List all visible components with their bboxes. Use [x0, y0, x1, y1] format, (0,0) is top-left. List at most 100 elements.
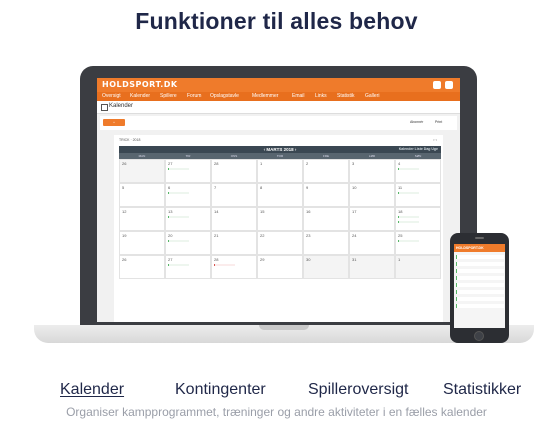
view-switcher[interactable]: Kalender Liste Dag Uge — [399, 146, 438, 153]
day-cell[interactable]: 25 — [395, 231, 441, 255]
day-cell[interactable]: 30 — [303, 255, 349, 279]
day-number: 18 — [398, 209, 403, 214]
phone-list-item[interactable] — [456, 262, 504, 266]
tab-kontingenter[interactable]: Kontingenter — [175, 381, 266, 399]
brand-logo[interactable]: HOLDSPORT.DK — [102, 80, 178, 89]
period-label: TRICK · 2018 — [119, 138, 141, 142]
day-number: 11 — [398, 185, 403, 190]
day-cell[interactable]: 19 — [119, 231, 165, 255]
day-cell[interactable]: 28 — [211, 159, 257, 183]
day-cell[interactable]: 15 — [257, 207, 303, 231]
day-cell[interactable]: 3 — [349, 159, 395, 183]
calendar-event[interactable] — [168, 264, 189, 266]
day-cell[interactable]: 27 — [165, 255, 211, 279]
phone-list-item[interactable] — [456, 290, 504, 294]
phone-list-item[interactable] — [456, 276, 504, 280]
calendar-event[interactable] — [398, 221, 419, 223]
user-icon[interactable] — [445, 81, 453, 89]
calendar-event[interactable] — [398, 240, 419, 242]
day-cell[interactable]: 26 — [119, 159, 165, 183]
laptop: HOLDSPORT.DK Oversigt Kalender Spillere … — [80, 66, 477, 328]
nav-item-spillere[interactable]: Spillere — [160, 93, 177, 99]
phone: HOLDSPORT.DK — [450, 233, 509, 343]
phone-brand: HOLDSPORT.DK — [456, 246, 484, 250]
day-cell[interactable]: 24 — [349, 231, 395, 255]
day-cell[interactable]: 10 — [349, 183, 395, 207]
phone-list-item[interactable] — [456, 269, 504, 273]
create-event-button[interactable]: + — [103, 119, 125, 126]
day-number: 15 — [260, 209, 265, 214]
week-row: 5 6 7 8 9 10 11 — [119, 183, 441, 207]
nav-item-kalender[interactable]: Kalender — [130, 93, 150, 99]
day-cell[interactable]: 22 — [257, 231, 303, 255]
day-cell[interactable]: 23 — [303, 231, 349, 255]
day-number: 27 — [168, 257, 173, 262]
calendar-event[interactable] — [168, 192, 189, 194]
print-link[interactable]: Print — [435, 120, 442, 124]
day-cell[interactable]: 7 — [211, 183, 257, 207]
day-cell[interactable]: 16 — [303, 207, 349, 231]
calendar-event[interactable] — [168, 168, 189, 170]
day-cell[interactable]: 28 — [211, 255, 257, 279]
day-cell[interactable]: 18 — [395, 207, 441, 231]
day-cell[interactable]: 20 — [165, 231, 211, 255]
filters[interactable]: ▾ ▾ — [433, 138, 437, 142]
day-cell[interactable]: 6 — [165, 183, 211, 207]
nav-item-statistik[interactable]: Statistik — [337, 93, 355, 99]
day-cell[interactable]: 26 — [119, 255, 165, 279]
page-header: Kalender — [97, 101, 460, 114]
calendar-event[interactable] — [168, 240, 189, 242]
day-number: 1 — [398, 257, 401, 262]
day-cell[interactable]: 1 — [395, 255, 441, 279]
phone-list-item[interactable] — [456, 283, 504, 287]
home-button[interactable] — [474, 331, 484, 341]
tab-statistikker[interactable]: Statistikker — [443, 381, 521, 399]
month-title[interactable]: ‹ MARTS 2018 › — [264, 147, 297, 152]
day-number: 6 — [168, 185, 171, 190]
day-number: 25 — [398, 233, 403, 238]
calendar-grid: ‹ MARTS 2018 › Kalender Liste Dag Uge MA… — [119, 146, 441, 279]
nav-item-oversigt[interactable]: Oversigt — [102, 93, 121, 99]
calendar-card: TRICK · 2018 ▾ ▾ ‹ MARTS 2018 › Kalender… — [114, 135, 443, 322]
nav-item-opslagstavle[interactable]: Opslagstavle — [210, 93, 239, 99]
day-cell[interactable]: 31 — [349, 255, 395, 279]
day-cell[interactable]: 5 — [119, 183, 165, 207]
day-cell[interactable]: 4 — [395, 159, 441, 183]
tab-spilleroversigt[interactable]: Spilleroversigt — [308, 381, 408, 399]
nav-item-email[interactable]: Email — [292, 93, 305, 99]
nav-item-links[interactable]: Links — [315, 93, 327, 99]
nav-item-medlemmer[interactable]: Medlemmer — [252, 93, 278, 99]
day-cell[interactable]: 21 — [211, 231, 257, 255]
day-cell[interactable]: 17 — [349, 207, 395, 231]
phone-list-item[interactable] — [456, 297, 504, 301]
laptop-screen: HOLDSPORT.DK Oversigt Kalender Spillere … — [97, 78, 460, 322]
tab-kalender[interactable]: Kalender — [60, 381, 124, 399]
phone-list-item[interactable] — [456, 255, 504, 259]
day-number: 30 — [306, 257, 311, 262]
day-cell[interactable]: 11 — [395, 183, 441, 207]
main-nav: Oversigt Kalender Spillere Forum Opslags… — [97, 92, 460, 101]
week-row: 19 20 21 22 23 24 25 — [119, 231, 441, 255]
calendar-event[interactable] — [168, 216, 189, 218]
subscribe-link[interactable]: Abonnér — [410, 120, 423, 124]
day-number: 20 — [168, 233, 173, 238]
day-cell[interactable]: 2 — [303, 159, 349, 183]
day-cell[interactable]: 14 — [211, 207, 257, 231]
day-cell[interactable]: 9 — [303, 183, 349, 207]
day-number: 23 — [306, 233, 311, 238]
day-number: 26 — [122, 257, 127, 262]
nav-item-forum[interactable]: Forum — [187, 93, 201, 99]
day-cell[interactable]: 27 — [165, 159, 211, 183]
phone-list-item[interactable] — [456, 304, 504, 308]
day-cell[interactable]: 12 — [119, 207, 165, 231]
day-cell[interactable]: 8 — [257, 183, 303, 207]
calendar-event[interactable] — [214, 264, 235, 266]
calendar-event[interactable] — [398, 168, 419, 170]
calendar-event[interactable] — [398, 216, 419, 218]
settings-icon[interactable] — [433, 81, 441, 89]
day-cell[interactable]: 1 — [257, 159, 303, 183]
nav-item-galleri[interactable]: Galleri — [365, 93, 379, 99]
calendar-event[interactable] — [398, 192, 419, 194]
day-cell[interactable]: 29 — [257, 255, 303, 279]
day-cell[interactable]: 13 — [165, 207, 211, 231]
